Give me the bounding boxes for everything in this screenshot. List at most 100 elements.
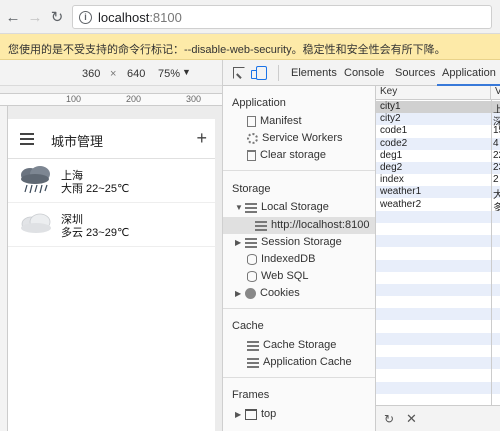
- column-header-value[interactable]: Va: [491, 86, 500, 100]
- devtools-panel: Elements Console Sources Application App…: [222, 60, 500, 431]
- cookie-icon: [245, 287, 256, 299]
- collapsed-triangle-icon[interactable]: ▶: [235, 289, 242, 298]
- empty-table-row[interactable]: [376, 321, 500, 333]
- cloudy-icon: [21, 213, 51, 233]
- city-list-item[interactable]: 上海 大雨 22~25℃: [8, 159, 215, 203]
- address-bar[interactable]: i localhost:8100: [72, 5, 492, 29]
- empty-table-row[interactable]: [376, 223, 500, 235]
- empty-table-row[interactable]: [376, 235, 500, 248]
- trash-icon: [247, 149, 256, 161]
- table-row[interactable]: weather1大雨: [376, 186, 500, 201]
- cell-key[interactable]: deg1: [380, 150, 402, 161]
- hamburger-menu-icon[interactable]: [20, 133, 34, 145]
- url-text[interactable]: localhost:8100: [98, 10, 182, 25]
- info-icon[interactable]: i: [79, 10, 92, 24]
- browser-toolbar: ← → ↻ i localhost:8100: [0, 0, 500, 34]
- tab-console[interactable]: Console: [344, 67, 384, 79]
- sidebar-item-websql[interactable]: Web SQL: [247, 270, 309, 282]
- database-icon: [247, 270, 257, 282]
- table-toolbar: ↻ ✕: [376, 405, 500, 431]
- table-row[interactable]: deg2 23: [376, 162, 500, 174]
- cell-value[interactable]: 15: [493, 125, 500, 136]
- sidebar-item-label: IndexedDB: [261, 253, 316, 265]
- table-row[interactable]: weather2多云: [376, 199, 500, 214]
- cell-value[interactable]: 2: [493, 174, 499, 185]
- sidebar-item-cache-storage[interactable]: Cache Storage: [247, 339, 336, 351]
- zoom-caret-icon[interactable]: ▼: [182, 67, 191, 77]
- table-row[interactable]: city1上海: [376, 101, 500, 116]
- empty-table-row[interactable]: [376, 357, 500, 370]
- refresh-icon[interactable]: ↻: [384, 412, 394, 426]
- city-list-item[interactable]: 深圳 多云 23~29℃: [8, 203, 215, 247]
- sidebar-item-cookies[interactable]: ▶ Cookies: [235, 287, 300, 299]
- empty-table-row[interactable]: [376, 284, 500, 296]
- sidebar-item-service-workers[interactable]: Service Workers: [247, 132, 342, 144]
- empty-table-row[interactable]: [376, 369, 500, 381]
- sidebar-item-application-cache[interactable]: Application Cache: [247, 356, 352, 368]
- empty-table-row[interactable]: [376, 247, 500, 259]
- cell-key[interactable]: weather1: [380, 186, 421, 197]
- cell-value[interactable]: 23: [493, 162, 500, 173]
- sidebar-item-indexeddb[interactable]: IndexedDB: [247, 253, 315, 265]
- clear-icon[interactable]: ✕: [406, 411, 417, 427]
- empty-table-row[interactable]: [376, 345, 500, 357]
- cell-key[interactable]: code2: [380, 138, 407, 149]
- zoom-select[interactable]: 75%: [158, 68, 180, 80]
- sidebar-item-clear-storage[interactable]: Clear storage: [247, 149, 326, 161]
- left-ruler: [0, 106, 8, 431]
- storage-grid-icon: [245, 201, 257, 213]
- storage-grid-icon: [255, 219, 267, 231]
- cell-key[interactable]: city2: [380, 113, 401, 124]
- empty-table-row[interactable]: [376, 272, 500, 284]
- sidebar-item-local-storage[interactable]: ▼ Local Storage: [235, 201, 329, 213]
- device-toggle-icon[interactable]: [251, 66, 267, 80]
- cell-key[interactable]: code1: [380, 125, 407, 136]
- empty-table-row[interactable]: [376, 308, 500, 321]
- tab-application[interactable]: Application: [442, 67, 496, 79]
- app-header: 城市管理 +: [8, 119, 215, 159]
- section-storage: Storage: [232, 183, 271, 195]
- tab-elements[interactable]: Elements: [291, 67, 337, 79]
- cell-value[interactable]: 4: [493, 138, 499, 149]
- forward-arrow-icon[interactable]: →: [26, 8, 44, 26]
- table-row[interactable]: code2 4: [376, 137, 500, 150]
- table-row[interactable]: index 2: [376, 174, 500, 186]
- collapsed-triangle-icon[interactable]: ▶: [235, 238, 242, 247]
- inspect-element-icon[interactable]: [233, 67, 245, 79]
- cell-key[interactable]: weather2: [380, 199, 421, 210]
- tab-sources[interactable]: Sources: [395, 67, 435, 79]
- table-row[interactable]: code1 15: [376, 125, 500, 137]
- sidebar-item-label: Cache Storage: [263, 339, 337, 351]
- add-icon[interactable]: +: [196, 128, 207, 149]
- empty-table-row[interactable]: [376, 296, 500, 308]
- empty-table-row[interactable]: [376, 259, 500, 272]
- ruler-label: 300: [186, 94, 202, 104]
- reload-icon[interactable]: ↻: [48, 8, 66, 26]
- empty-table-row[interactable]: [376, 394, 500, 406]
- expanded-triangle-icon[interactable]: ▼: [235, 203, 243, 212]
- sidebar-item-label: top: [261, 408, 277, 420]
- empty-table-row[interactable]: [376, 332, 500, 345]
- table-row[interactable]: deg1 22: [376, 150, 500, 162]
- sidebar-item-label: Manifest: [260, 115, 302, 127]
- cell-value[interactable]: 22: [493, 150, 500, 161]
- sidebar-item-label: Session Storage: [261, 236, 342, 248]
- cell-key[interactable]: deg2: [380, 162, 402, 173]
- sidebar-item-manifest[interactable]: Manifest: [247, 115, 302, 127]
- device-height-field[interactable]: 640: [127, 68, 145, 80]
- collapsed-triangle-icon[interactable]: ▶: [235, 410, 242, 419]
- empty-table-row[interactable]: [376, 381, 500, 394]
- sidebar-item-session-storage[interactable]: ▶ Session Storage: [235, 236, 342, 248]
- ruler-label: 100: [66, 94, 82, 104]
- empty-table-row[interactable]: [376, 210, 500, 223]
- column-header-key[interactable]: Key: [376, 86, 491, 100]
- devtools-tab-bar: Elements Console Sources Application: [223, 60, 500, 86]
- device-width-field[interactable]: 360: [82, 68, 100, 80]
- sidebar-item-localhost-origin[interactable]: http://localhost:8100: [255, 219, 369, 231]
- sidebar-item-top-frame[interactable]: ▶ top: [235, 408, 276, 420]
- cell-key[interactable]: city1: [380, 101, 401, 112]
- table-row[interactable]: city2深圳: [376, 113, 500, 128]
- media-query-bar: [0, 86, 222, 94]
- cell-key[interactable]: index: [380, 174, 404, 185]
- back-arrow-icon[interactable]: ←: [4, 8, 22, 26]
